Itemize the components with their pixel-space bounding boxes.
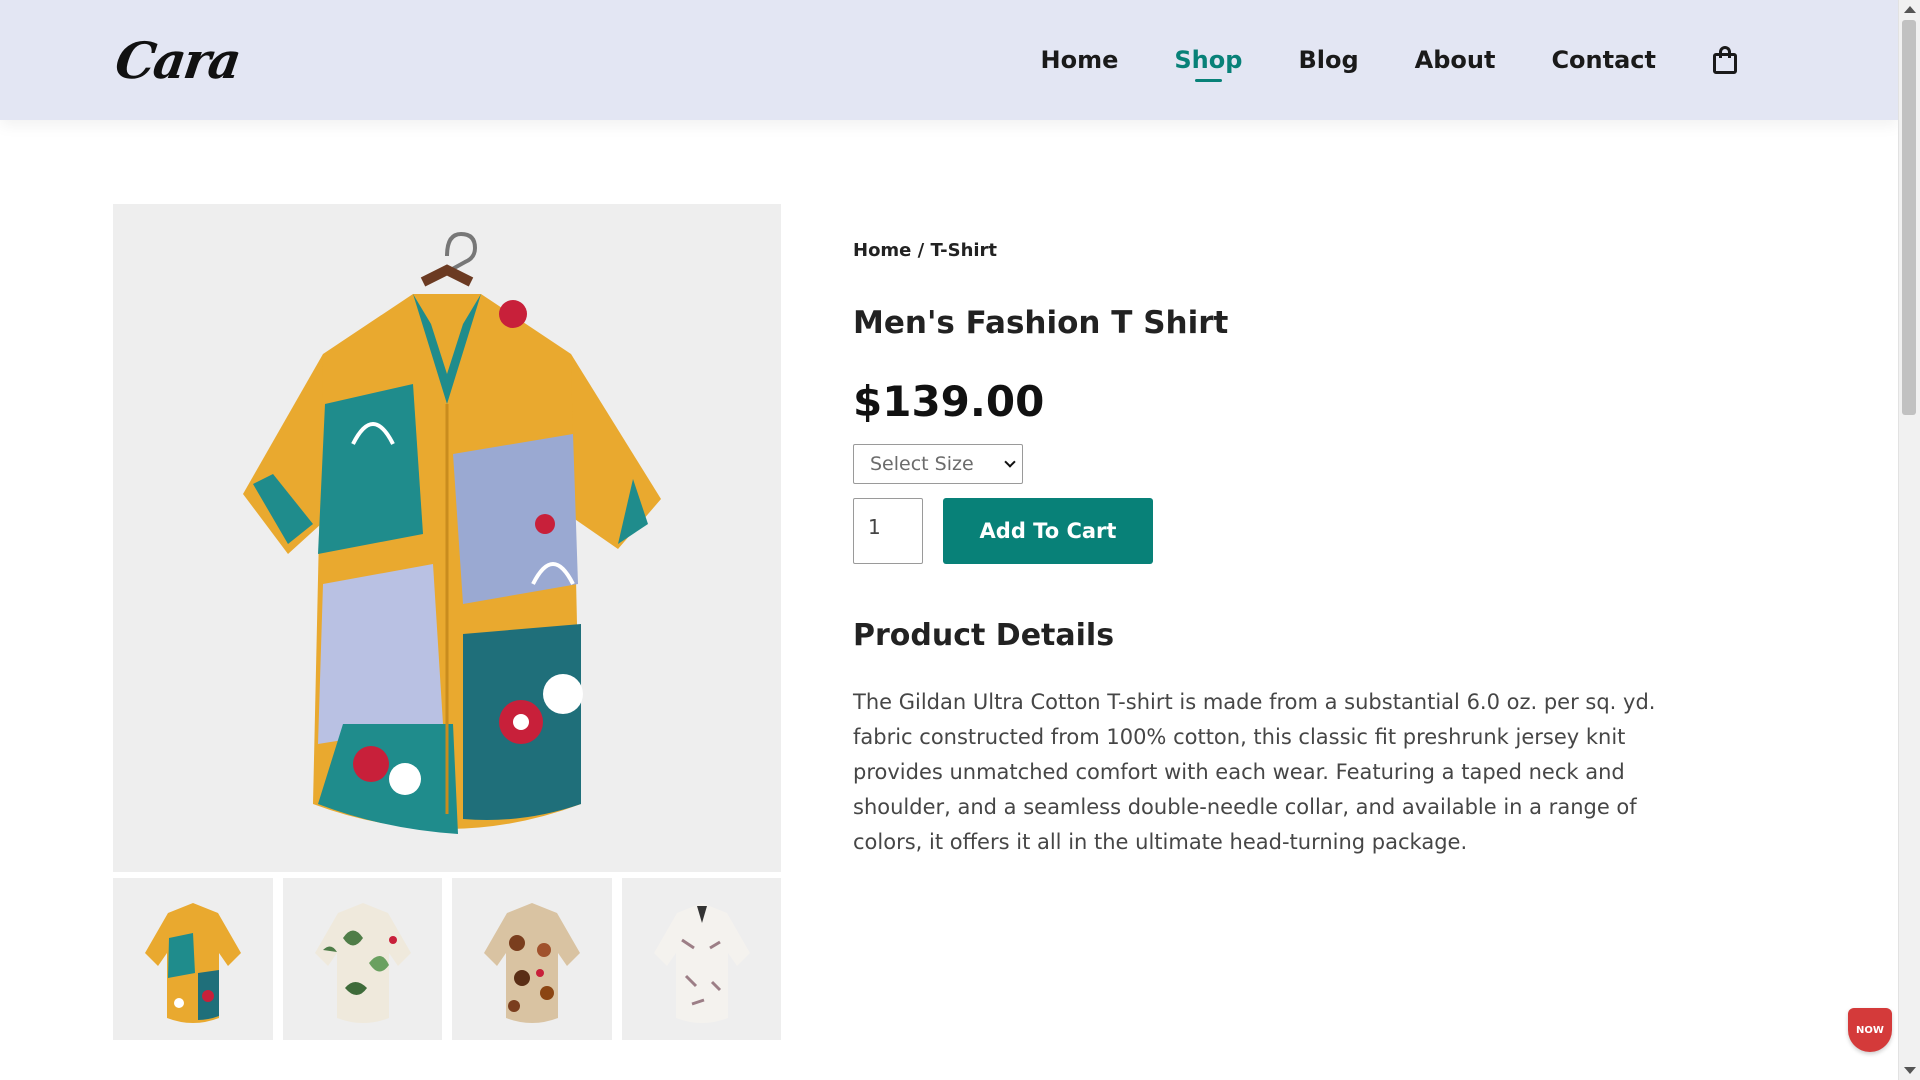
logo[interactable]: Cara <box>112 31 243 90</box>
product-price: $139.00 <box>853 377 1045 426</box>
chevron-down-icon <box>1004 456 1016 468</box>
thumbnail-image[interactable] <box>282 878 442 1040</box>
floating-badge[interactable]: NOW <box>1848 1008 1892 1052</box>
main-product-image <box>113 204 781 872</box>
shopping-bag-icon[interactable] <box>1712 46 1738 74</box>
scroll-thumb[interactable] <box>1902 20 1916 415</box>
add-to-cart-button[interactable]: Add To Cart <box>943 498 1153 564</box>
breadcrumb[interactable]: Home / T-Shirt <box>853 240 1683 261</box>
nav-home[interactable]: Home <box>1041 46 1119 74</box>
main-nav: Home Shop Blog About Contact <box>1041 46 1738 82</box>
thumbnail-image[interactable] <box>113 878 273 1040</box>
thumbnail-image[interactable] <box>621 878 781 1040</box>
nav-about[interactable]: About <box>1415 46 1496 74</box>
thumbnail-gallery <box>113 878 781 1040</box>
scroll-down-arrow-icon[interactable] <box>1904 1067 1916 1074</box>
product-details-panel: Home / T-Shirt Men's Fashion T Shirt $13… <box>853 240 1683 860</box>
size-select[interactable]: Select Size <box>853 444 1023 484</box>
add-to-cart-row: 1 Add To Cart <box>853 498 1683 564</box>
page-scrollbar[interactable] <box>1898 0 1920 1080</box>
quantity-input[interactable]: 1 <box>853 498 923 564</box>
badge-label: NOW <box>1856 1024 1884 1036</box>
nav-contact[interactable]: Contact <box>1551 46 1656 74</box>
product-title: Men's Fashion T Shirt <box>853 305 1229 341</box>
product-details-heading: Product Details <box>853 618 1115 653</box>
product-description: The Gildan Ultra Cotton T-shirt is made … <box>853 690 1656 854</box>
nav-shop[interactable]: Shop <box>1174 46 1242 82</box>
size-select-value: Select Size <box>870 453 974 475</box>
scroll-up-arrow-icon[interactable] <box>1904 6 1916 13</box>
thumbnail-image[interactable] <box>452 878 612 1040</box>
nav-blog[interactable]: Blog <box>1298 46 1358 74</box>
site-header: Cara Home Shop Blog About Contact <box>0 0 1898 120</box>
